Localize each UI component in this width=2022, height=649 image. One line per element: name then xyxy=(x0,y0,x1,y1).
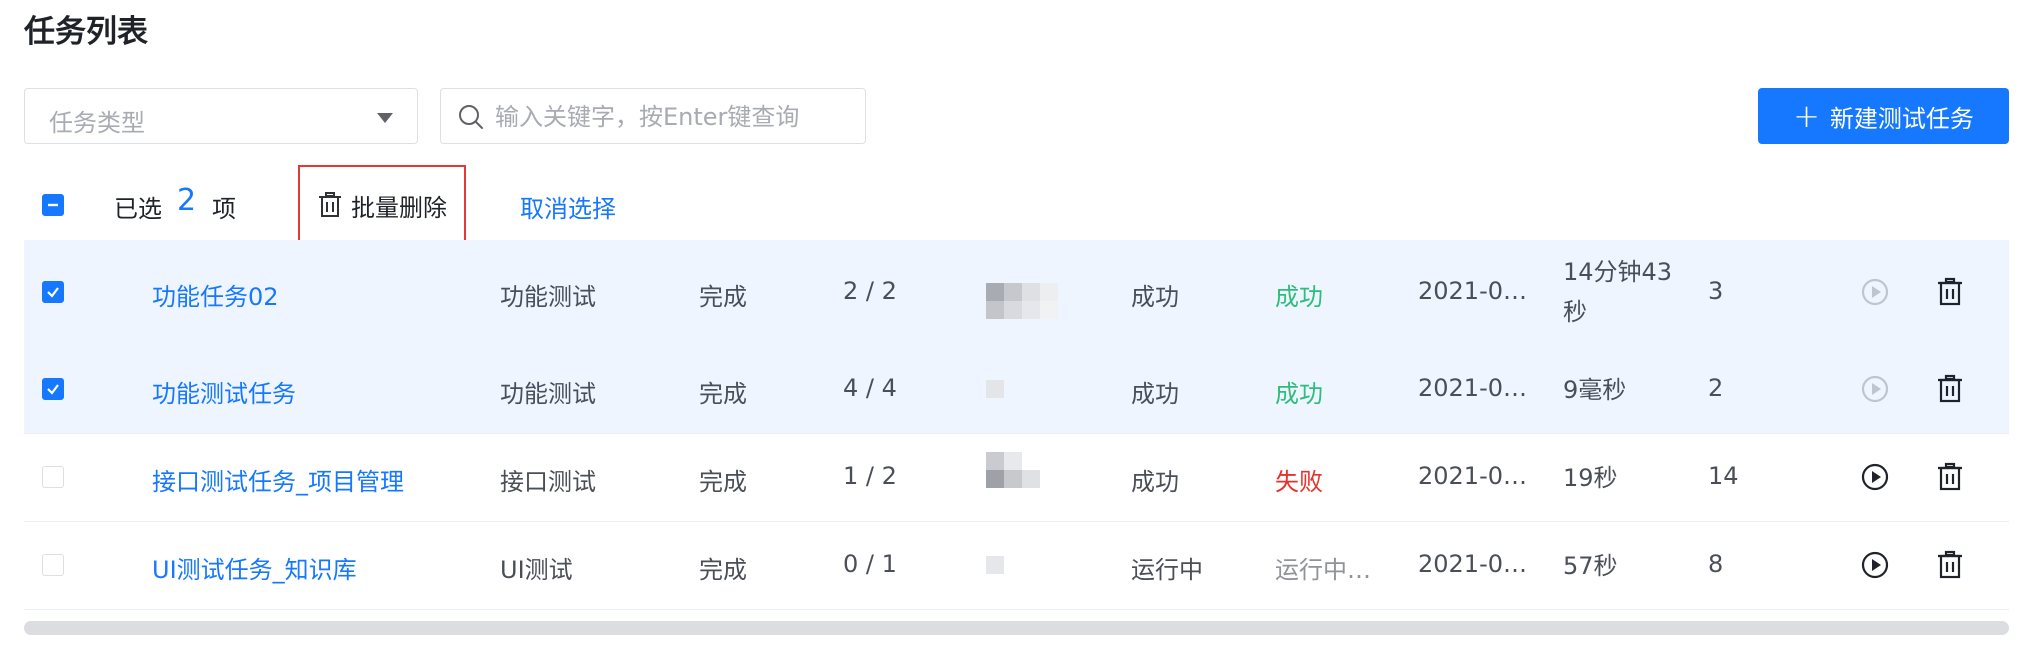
duration-cell: 19秒 xyxy=(1563,464,1618,492)
result-status-cell: 失败 xyxy=(1275,468,1323,496)
play-icon[interactable] xyxy=(1860,277,1890,307)
play-icon[interactable] xyxy=(1860,550,1890,580)
row-checkbox[interactable] xyxy=(42,281,64,303)
task-progress-cell: 4 / 4 xyxy=(843,373,897,402)
selected-prefix: 已选 xyxy=(114,195,162,223)
selection-bar: 已选 2 项 批量删除 取消选择 xyxy=(0,165,2022,245)
trash-icon[interactable] xyxy=(1936,462,1966,492)
plus-icon: + xyxy=(1793,97,1820,135)
table-row[interactable]: UI测试任务_知识库 UI测试 完成 0 / 1 运行中 运行中… 2021-0… 57秒 8 xyxy=(24,521,2009,610)
batch-delete-label: 批量删除 xyxy=(351,193,447,222)
exec-status-cell: 成功 xyxy=(1131,283,1179,311)
table-row[interactable]: 功能任务02 功能测试 完成 2 / 2 成功 成功 2021-0… 14分钟43秒 3 xyxy=(24,240,2009,345)
table-row[interactable]: 接口测试任务_项目管理 接口测试 完成 1 / 2 成功 失败 2021-0… 19秒 14 xyxy=(24,433,2009,522)
result-status-cell: 成功 xyxy=(1275,379,1323,408)
task-type-select[interactable]: 任务类型 xyxy=(24,88,418,144)
start-time-cell: 2021-0… xyxy=(1418,550,1528,578)
exec-status-cell: 成功 xyxy=(1131,379,1179,408)
task-name-link[interactable]: 功能任务02 xyxy=(152,277,279,312)
new-test-task-label: 新建测试任务 xyxy=(1829,104,1974,133)
cancel-selection-link[interactable]: 取消选择 xyxy=(520,189,616,224)
row-checkbox[interactable] xyxy=(42,377,64,400)
page-title: 任务列表 xyxy=(24,14,148,50)
run-count-cell: 3 xyxy=(1708,277,1724,305)
trash-icon[interactable] xyxy=(1936,277,1966,307)
task-progress-cell: 0 / 1 xyxy=(843,550,897,578)
run-count-cell: 2 xyxy=(1708,373,1724,402)
start-time-cell: 2021-0… xyxy=(1418,462,1528,490)
exec-status-cell: 运行中 xyxy=(1131,556,1203,584)
run-count-cell: 14 xyxy=(1708,462,1739,490)
task-type-cell: 接口测试 xyxy=(500,468,596,496)
task-name-link[interactable]: 接口测试任务_项目管理 xyxy=(152,462,404,497)
task-type-cell: 功能测试 xyxy=(500,379,596,408)
trash-icon[interactable] xyxy=(1936,374,1966,404)
row-checkbox[interactable] xyxy=(42,554,64,576)
row-checkbox[interactable] xyxy=(42,466,64,488)
duration-cell: 9毫秒 xyxy=(1563,375,1627,404)
task-progress-cell: 2 / 2 xyxy=(843,277,897,305)
start-time-cell: 2021-0… xyxy=(1418,373,1528,402)
search-icon xyxy=(459,105,483,129)
result-status-cell: 成功 xyxy=(1275,283,1323,311)
search-box[interactable] xyxy=(440,88,866,144)
new-test-task-button[interactable]: + 新建测试任务 xyxy=(1758,88,2009,144)
result-status-cell: 运行中… xyxy=(1275,556,1371,584)
task-type-cell: 功能测试 xyxy=(500,283,596,311)
selected-suffix: 项 xyxy=(212,195,236,223)
task-type-placeholder: 任务类型 xyxy=(49,109,145,137)
chevron-down-icon xyxy=(377,113,393,123)
duration-cell: 14分钟43秒 xyxy=(1563,258,1673,326)
task-progress-cell: 1 / 2 xyxy=(843,462,897,490)
task-name-link[interactable]: UI测试任务_知识库 xyxy=(152,550,357,585)
duration-cell: 57秒 xyxy=(1563,552,1618,580)
selected-count: 2 xyxy=(177,183,197,218)
task-type-cell: UI测试 xyxy=(500,556,573,584)
task-name-link[interactable]: 功能测试任务 xyxy=(152,374,296,409)
task-state-cell: 完成 xyxy=(699,468,747,496)
play-icon[interactable] xyxy=(1860,462,1890,492)
trash-icon xyxy=(319,192,341,217)
start-time-cell: 2021-0… xyxy=(1418,277,1528,305)
horizontal-scrollbar[interactable] xyxy=(24,621,2009,635)
play-icon[interactable] xyxy=(1860,374,1890,404)
exec-status-cell: 成功 xyxy=(1131,468,1179,496)
task-state-cell: 完成 xyxy=(699,556,747,584)
task-state-cell: 完成 xyxy=(699,283,747,311)
select-all-checkbox[interactable] xyxy=(42,194,64,216)
task-state-cell: 完成 xyxy=(699,379,747,408)
table-row[interactable]: 功能测试任务 功能测试 完成 4 / 4 成功 成功 2021-0… 9毫秒 2 xyxy=(24,344,2009,434)
run-count-cell: 8 xyxy=(1708,550,1724,578)
search-input[interactable] xyxy=(493,99,857,135)
trash-icon[interactable] xyxy=(1936,550,1966,580)
batch-delete-button[interactable]: 批量删除 xyxy=(298,165,466,245)
